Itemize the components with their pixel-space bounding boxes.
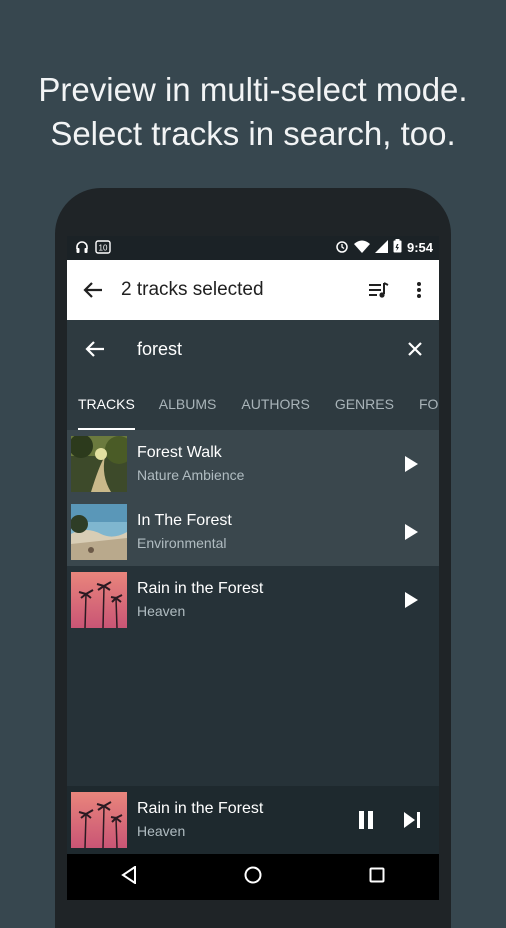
play-button[interactable]: [383, 524, 439, 540]
play-button[interactable]: [383, 456, 439, 472]
track-artist: Environmental: [137, 535, 227, 551]
svg-text:10: 10: [99, 244, 108, 253]
square-recents-icon: [369, 867, 385, 882]
track-title: Forest Walk: [137, 444, 222, 461]
now-playing-artist: Heaven: [137, 823, 186, 839]
playlist-add-icon: [369, 282, 389, 298]
track-row[interactable]: Rain in the Forest Heaven: [67, 566, 439, 634]
search-tabs: TRACKS ALBUMS AUTHORS GENRES FOL: [67, 378, 439, 430]
nav-recents-button[interactable]: [369, 867, 385, 888]
album-art-thumbnail: [71, 572, 127, 628]
tab-folders[interactable]: FOL: [419, 378, 439, 430]
tab-genres[interactable]: GENRES: [335, 378, 394, 430]
skip-next-button[interactable]: [389, 812, 435, 828]
pause-icon: [359, 811, 373, 829]
triangle-back-icon: [120, 864, 136, 885]
status-time: 9:54: [406, 240, 433, 255]
track-artist: Nature Ambience: [137, 467, 245, 483]
promo-headline: Preview in multi-select mode. Select tra…: [0, 68, 506, 156]
now-playing-bar[interactable]: Rain in the Forest Heaven: [67, 786, 439, 854]
track-artist: Heaven: [137, 603, 186, 619]
arrow-back-icon: [85, 341, 104, 357]
headphones-icon: [75, 240, 89, 257]
play-button[interactable]: [383, 592, 439, 608]
promo-line-2: Select tracks in search, too.: [50, 115, 456, 152]
search-bar: forest: [67, 320, 439, 378]
status-bar: 10 9:54: [67, 236, 439, 260]
search-input[interactable]: forest: [137, 339, 391, 360]
selection-title: 2 tracks selected: [121, 279, 264, 300]
nav-back-button[interactable]: [120, 864, 137, 889]
notification-icon: 10: [95, 240, 111, 257]
more-options-button[interactable]: [399, 281, 439, 299]
arrow-back-icon: [83, 282, 102, 298]
more-vert-icon: [417, 282, 421, 298]
battery-icon: [393, 239, 402, 256]
nav-home-button[interactable]: [244, 866, 262, 889]
phone-screen: 10 9:54 2 tracks selected forest TRACKS …: [67, 236, 439, 900]
tab-authors[interactable]: AUTHORS: [241, 378, 309, 430]
track-title: Rain in the Forest: [137, 580, 264, 597]
promo-line-1: Preview in multi-select mode.: [38, 71, 468, 108]
track-title: In The Forest: [137, 512, 232, 529]
close-icon: [408, 342, 422, 356]
alarm-icon: [335, 239, 349, 256]
play-icon: [405, 524, 418, 540]
system-nav-bar: [67, 854, 439, 900]
selection-toolbar: 2 tracks selected: [67, 260, 439, 320]
selection-back-button[interactable]: [73, 281, 113, 299]
album-art-thumbnail: [71, 436, 127, 492]
track-row[interactable]: Forest Walk Nature Ambience: [67, 430, 439, 498]
track-row[interactable]: In The Forest Environmental: [67, 498, 439, 566]
play-icon: [405, 456, 418, 472]
play-icon: [405, 592, 418, 608]
album-art-thumbnail: [71, 504, 127, 560]
now-playing-album-art: [71, 792, 127, 848]
skip-next-icon: [404, 812, 420, 828]
clear-search-button[interactable]: [391, 341, 439, 357]
circle-home-icon: [244, 866, 262, 883]
tab-tracks[interactable]: TRACKS: [78, 378, 135, 430]
add-to-queue-button[interactable]: [359, 281, 399, 299]
tab-albums[interactable]: ALBUMS: [159, 378, 217, 430]
search-back-button[interactable]: [67, 340, 123, 358]
pause-button[interactable]: [343, 810, 389, 830]
signal-icon: [374, 239, 388, 256]
track-list: Forest Walk Nature Ambience In The Fores…: [67, 430, 439, 634]
now-playing-title: Rain in the Forest: [137, 800, 264, 817]
wifi-icon: [353, 240, 370, 256]
